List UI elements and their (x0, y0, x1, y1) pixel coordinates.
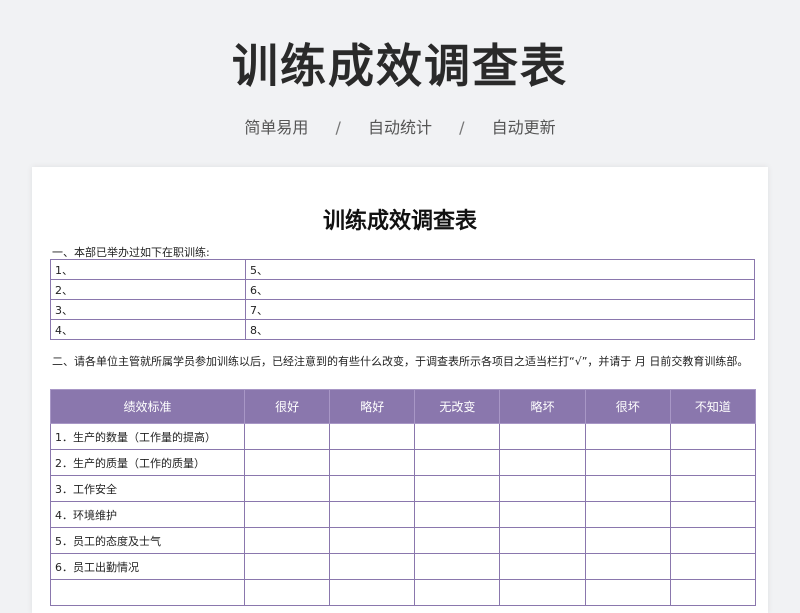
criteria-label: 2．生产的质量（工作的质量） (50, 449, 245, 476)
rating-cell[interactable] (329, 579, 416, 606)
rating-cell[interactable] (584, 449, 671, 476)
rating-cell[interactable] (584, 475, 671, 502)
table-cell[interactable]: 2、 (50, 279, 246, 300)
criteria-label: 3．工作安全 (50, 475, 245, 502)
rating-cell[interactable] (499, 527, 586, 554)
table-cell[interactable]: 4、 (50, 319, 246, 340)
table-row: 3、 7、 (50, 299, 755, 320)
header-criteria: 绩效标准 (50, 389, 245, 424)
rating-cell[interactable] (414, 553, 501, 580)
rating-cell[interactable] (584, 423, 671, 450)
rating-cell[interactable] (329, 449, 416, 476)
section-1-heading: 一、本部已举办过如下在职训练: (52, 246, 210, 259)
rating-cell[interactable] (499, 501, 586, 528)
table-cell[interactable]: 7、 (245, 299, 755, 320)
table-header-row: 绩效标准 很好 略好 无改变 略坏 很坏 不知道 (50, 389, 757, 424)
table-row: 1、 5、 (50, 259, 755, 280)
table-row (50, 579, 757, 606)
rating-cell[interactable] (669, 475, 757, 502)
table-cell[interactable]: 8、 (245, 319, 755, 340)
criteria-label: 1．生产的数量（工作量的提高） (50, 423, 245, 450)
rating-cell[interactable] (329, 553, 416, 580)
rating-cell[interactable] (499, 579, 586, 606)
rating-cell[interactable] (329, 475, 416, 502)
table-row: 5．员工的态度及士气 (50, 527, 757, 554)
table-row: 4、 8、 (50, 319, 755, 340)
rating-cell[interactable] (243, 449, 331, 476)
header-no-change: 无改变 (414, 389, 501, 424)
rating-cell[interactable] (243, 553, 331, 580)
rating-cell[interactable] (499, 449, 586, 476)
criteria-label: 5．员工的态度及士气 (50, 527, 245, 554)
rating-cell[interactable] (499, 475, 586, 502)
rating-cell[interactable] (414, 475, 501, 502)
criteria-label: 6．员工出勤情况 (50, 553, 245, 580)
rating-cell[interactable] (499, 423, 586, 450)
rating-cell[interactable] (243, 527, 331, 554)
header-slightly-bad: 略坏 (499, 389, 586, 424)
feature-tags: 简单易用 / 自动统计 / 自动更新 (0, 114, 800, 138)
section-2-instructions: 二、请各单位主管就所属学员参加训练以后，已经注意到的有些什么改变，于调查表所示各… (52, 355, 749, 368)
rating-cell[interactable] (329, 527, 416, 554)
table-cell[interactable]: 5、 (245, 259, 755, 280)
criteria-label: 4．环境维护 (50, 501, 245, 528)
table-row: 2、 6、 (50, 279, 755, 300)
rating-cell[interactable] (243, 501, 331, 528)
rating-cell[interactable] (669, 579, 757, 606)
rating-cell[interactable] (584, 579, 671, 606)
table-row: 1．生产的数量（工作量的提高） (50, 423, 757, 450)
rating-cell[interactable] (243, 579, 331, 606)
rating-cell[interactable] (669, 527, 757, 554)
rating-cell[interactable] (669, 553, 757, 580)
rating-cell[interactable] (584, 527, 671, 554)
table-cell[interactable]: 6、 (245, 279, 755, 300)
rating-cell[interactable] (414, 501, 501, 528)
tag-easy: 简单易用 (244, 118, 309, 137)
tag-separator: / (459, 118, 465, 137)
tag-separator: / (335, 118, 341, 137)
page-title: 训练成效调查表 (232, 39, 568, 93)
rating-cell[interactable] (243, 423, 331, 450)
table-row: 4．环境维护 (50, 501, 757, 528)
rating-cell[interactable] (669, 449, 757, 476)
table-row: 6．员工出勤情况 (50, 553, 757, 580)
tag-auto-update: 自动更新 (491, 118, 556, 137)
document-title: 训练成效调查表 (322, 209, 477, 234)
header-very-bad: 很坏 (584, 389, 671, 424)
header-very-good: 很好 (243, 389, 331, 424)
training-list-table: 1、 5、 2、 6、 3、 7、 4、 8、 (50, 259, 755, 340)
survey-table: 绩效标准 很好 略好 无改变 略坏 很坏 不知道 1．生产的数量（工作量的提高）… (50, 389, 757, 606)
header-unknown: 不知道 (669, 389, 757, 424)
tag-auto-stats: 自动统计 (367, 118, 432, 137)
rating-cell[interactable] (499, 553, 586, 580)
rating-cell[interactable] (414, 449, 501, 476)
rating-cell[interactable] (584, 553, 671, 580)
rating-cell[interactable] (669, 423, 757, 450)
rating-cell[interactable] (669, 501, 757, 528)
table-row: 3．工作安全 (50, 475, 757, 502)
rating-cell[interactable] (243, 475, 331, 502)
rating-cell[interactable] (584, 501, 671, 528)
rating-cell[interactable] (414, 423, 501, 450)
rating-cell[interactable] (414, 579, 501, 606)
rating-cell[interactable] (329, 423, 416, 450)
document-sheet: 训练成效调查表 一、本部已举办过如下在职训练: 1、 5、 2、 6、 3、 7… (32, 167, 768, 613)
table-cell[interactable]: 3、 (50, 299, 246, 320)
rating-cell[interactable] (329, 501, 416, 528)
criteria-label (50, 579, 245, 606)
rating-cell[interactable] (414, 527, 501, 554)
table-cell[interactable]: 1、 (50, 259, 246, 280)
header-slightly-good: 略好 (329, 389, 416, 424)
table-row: 2．生产的质量（工作的质量） (50, 449, 757, 476)
